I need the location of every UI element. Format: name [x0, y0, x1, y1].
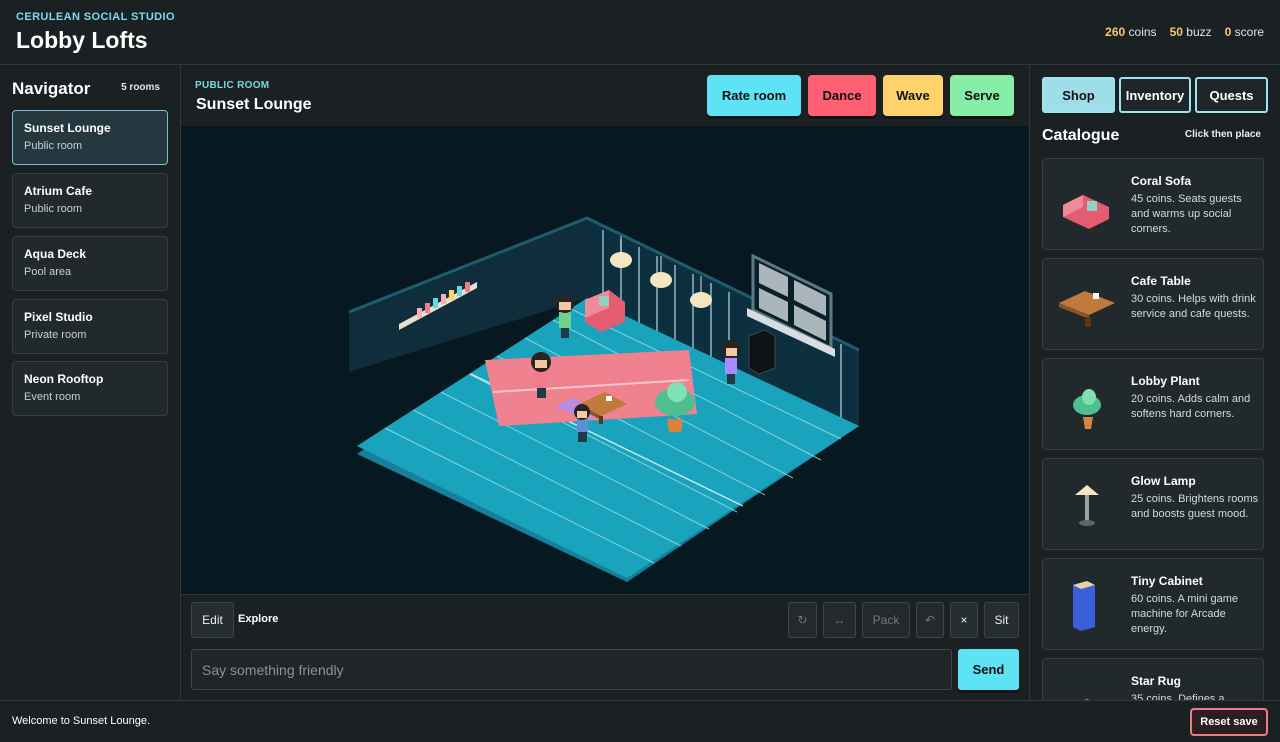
item-name: Coral Sofa [1131, 174, 1192, 188]
room-name: Atrium Cafe [24, 184, 93, 198]
room-view: PUBLIC ROOM Sunset Lounge Rate room Danc… [181, 65, 1029, 700]
catalogue-item-lobby-plant[interactable]: Lobby Plant 20 coins. Adds calm and soft… [1042, 358, 1264, 450]
sit-button[interactable]: Sit [984, 602, 1019, 638]
navigator-panel: Navigator 5 rooms Sunset Lounge Public r… [0, 65, 181, 700]
catalogue-item-cafe-table[interactable]: Cafe Table 30 coins. Helps with drink se… [1042, 258, 1264, 350]
app-title: Lobby Lofts [16, 27, 148, 53]
rug-icon [1084, 699, 1090, 700]
serve-button[interactable]: Serve [950, 75, 1014, 116]
room-card-aqua-deck[interactable]: Aqua Deck Pool area [12, 236, 168, 291]
buzz-label: buzz [1186, 25, 1212, 39]
catalogue-hint: Click then place [1184, 129, 1261, 140]
navigator-title: Navigator [12, 79, 91, 98]
room-type: Private room [24, 329, 87, 341]
room-canvas[interactable] [181, 126, 1029, 594]
edit-button[interactable]: Edit [191, 602, 234, 638]
item-name: Cafe Table [1131, 274, 1191, 288]
room-type-label: PUBLIC ROOM [195, 80, 270, 91]
item-name: Star Rug [1131, 674, 1182, 688]
reset-save-button[interactable]: Reset save [1190, 708, 1268, 736]
plant-icon [1073, 389, 1101, 429]
score-label: score [1234, 25, 1264, 39]
room-name: Neon Rooftop [24, 372, 104, 386]
room-count: 5 rooms [121, 82, 160, 93]
player-stats: 260 coins 50 buzz 0 score [1105, 25, 1264, 39]
buzz-value: 50 [1169, 25, 1183, 39]
item-desc: 20 coins. Adds calm and softens hard cor… [1131, 393, 1251, 420]
room-card-atrium-cafe[interactable]: Atrium Cafe Public room [12, 173, 168, 228]
room-name: Sunset Lounge [24, 121, 111, 135]
rate-room-button[interactable]: Rate room [707, 75, 801, 116]
pack-button[interactable]: Pack [862, 602, 910, 638]
catalogue-item-coral-sofa[interactable]: Coral Sofa 45 coins. Seats guests and wa… [1042, 158, 1264, 250]
sofa-icon [1063, 195, 1109, 229]
coins-label: coins [1128, 25, 1157, 39]
room-card-pixel-studio[interactable]: Pixel Studio Private room [12, 299, 168, 354]
room-card-sunset-lounge[interactable]: Sunset Lounge Public room [12, 110, 168, 165]
studio-name: CERULEAN SOCIAL STUDIO [16, 11, 175, 23]
tab-quests[interactable]: Quests [1195, 77, 1268, 113]
room-type: Public room [24, 203, 83, 215]
lamp-icon [1075, 485, 1099, 526]
coins-stat: 260 coins [1105, 25, 1156, 39]
room-name: Aqua Deck [24, 247, 87, 261]
status-bar: Welcome to Sunset Lounge. Reset save [0, 700, 1280, 742]
room-toolbar: Edit Explore ↻ ↔ Pack ↶ × Sit Send [181, 594, 1029, 700]
close-icon[interactable]: × [950, 602, 978, 638]
tab-inventory[interactable]: Inventory [1119, 77, 1191, 113]
wave-button[interactable]: Wave [883, 75, 943, 116]
room-type: Public room [24, 140, 83, 152]
status-message: Welcome to Sunset Lounge. [12, 715, 150, 727]
room-name: Pixel Studio [24, 310, 93, 324]
item-desc: 30 coins. Helps with drink service and c… [1131, 293, 1256, 320]
chat-input[interactable] [191, 649, 952, 690]
room-title: Sunset Lounge [196, 96, 312, 113]
item-desc: 25 coins. Brightens rooms and boosts gue… [1131, 493, 1259, 520]
catalogue-item-tiny-cabinet[interactable]: Tiny Cabinet 60 coins. A mini game machi… [1042, 558, 1264, 650]
catalogue-item-star-rug[interactable]: Star Rug 35 coins. Defines a [1042, 658, 1264, 700]
speaker-cabinet[interactable] [748, 329, 776, 375]
item-name: Tiny Cabinet [1131, 574, 1203, 588]
score-value: 0 [1224, 25, 1232, 39]
buzz-stat: 50 buzz [1170, 25, 1212, 39]
item-name: Lobby Plant [1131, 374, 1200, 388]
item-desc: 60 coins. A mini game machine for Arcade… [1131, 593, 1239, 635]
room-type: Pool area [24, 266, 72, 278]
table-icon [1059, 291, 1115, 327]
shop-panel: Shop Inventory Quests Catalogue Click th… [1029, 65, 1280, 700]
room-type: Event room [24, 391, 81, 403]
item-name: Glow Lamp [1131, 474, 1196, 488]
catalogue-title: Catalogue [1042, 127, 1120, 144]
mode-label: Explore [238, 613, 279, 625]
isometric-room [348, 216, 860, 582]
score-stat: 0 score [1225, 25, 1264, 39]
item-desc: 35 coins. Defines a [1131, 693, 1225, 700]
send-button[interactable]: Send [958, 649, 1019, 690]
app-header: CERULEAN SOCIAL STUDIO Lobby Lofts 260 c… [0, 0, 1280, 65]
room-card-neon-rooftop[interactable]: Neon Rooftop Event room [12, 361, 168, 416]
cabinet-icon [1073, 581, 1095, 631]
catalogue-item-glow-lamp[interactable]: Glow Lamp 25 coins. Brightens rooms and … [1042, 458, 1264, 550]
item-desc: 45 coins. Seats guests and warms up soci… [1131, 193, 1242, 235]
rotate-icon[interactable]: ↻ [788, 602, 817, 638]
undo-icon[interactable]: ↶ [916, 602, 944, 638]
coins-value: 260 [1105, 25, 1126, 39]
tab-shop[interactable]: Shop [1042, 77, 1115, 113]
flip-icon[interactable]: ↔ [823, 602, 856, 638]
dance-button[interactable]: Dance [808, 75, 876, 116]
